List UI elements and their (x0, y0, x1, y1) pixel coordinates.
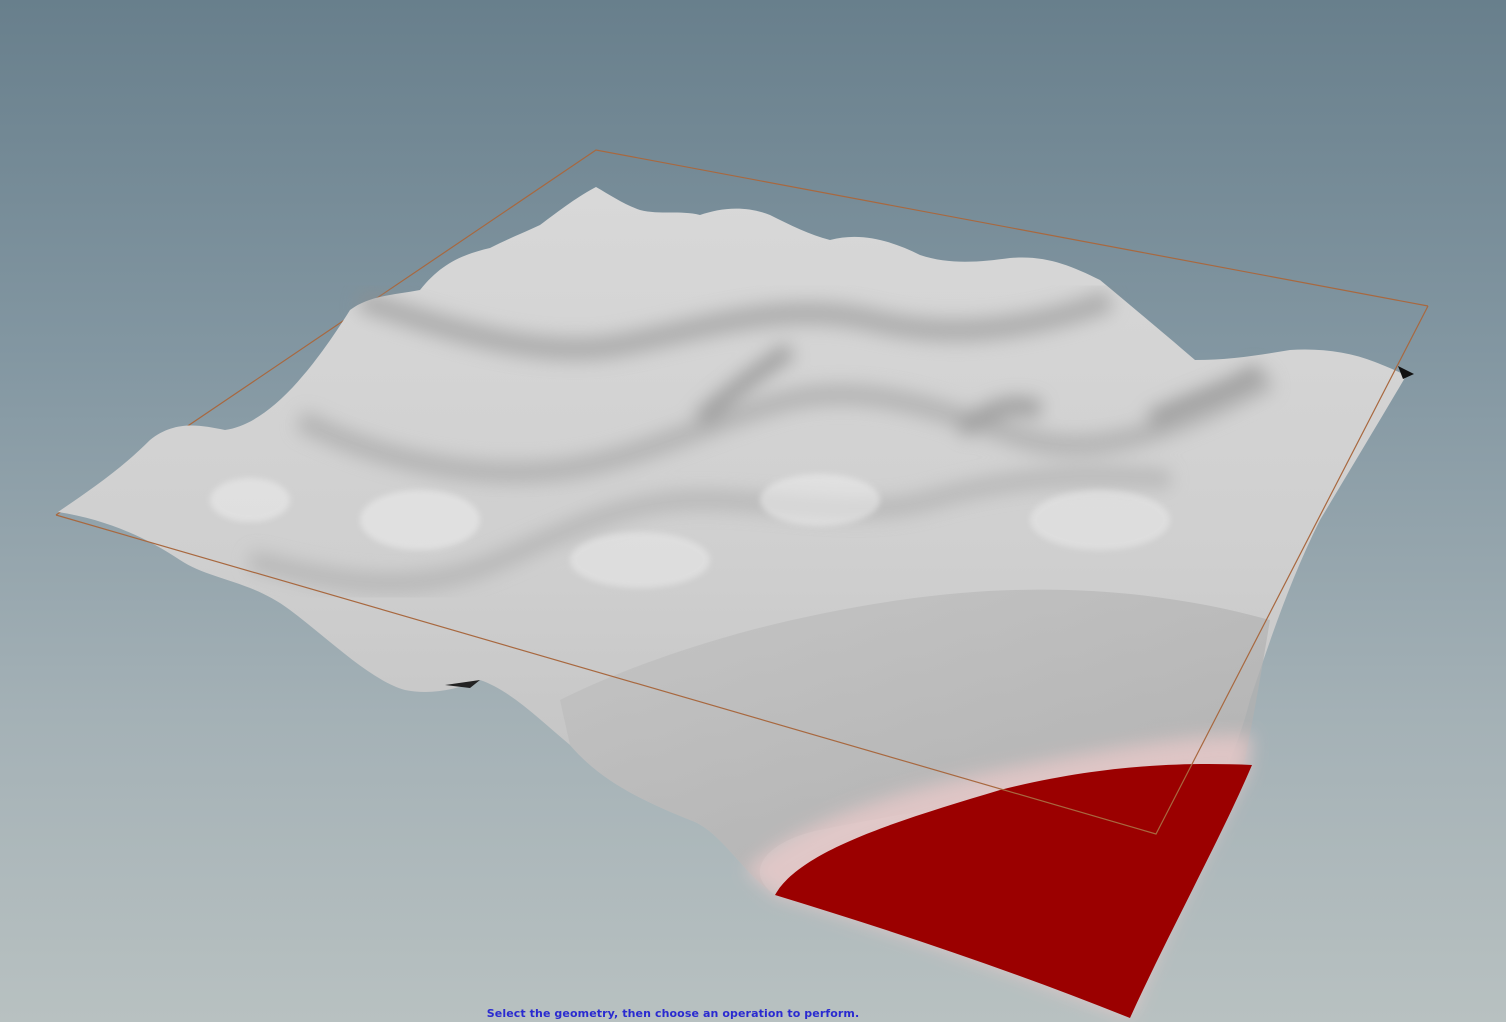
terrain-scene[interactable] (0, 0, 1506, 1022)
scene-viewport[interactable]: Select the geometry, then choose an oper… (0, 0, 1506, 1022)
status-prompt: Select the geometry, then choose an oper… (486, 1007, 860, 1020)
